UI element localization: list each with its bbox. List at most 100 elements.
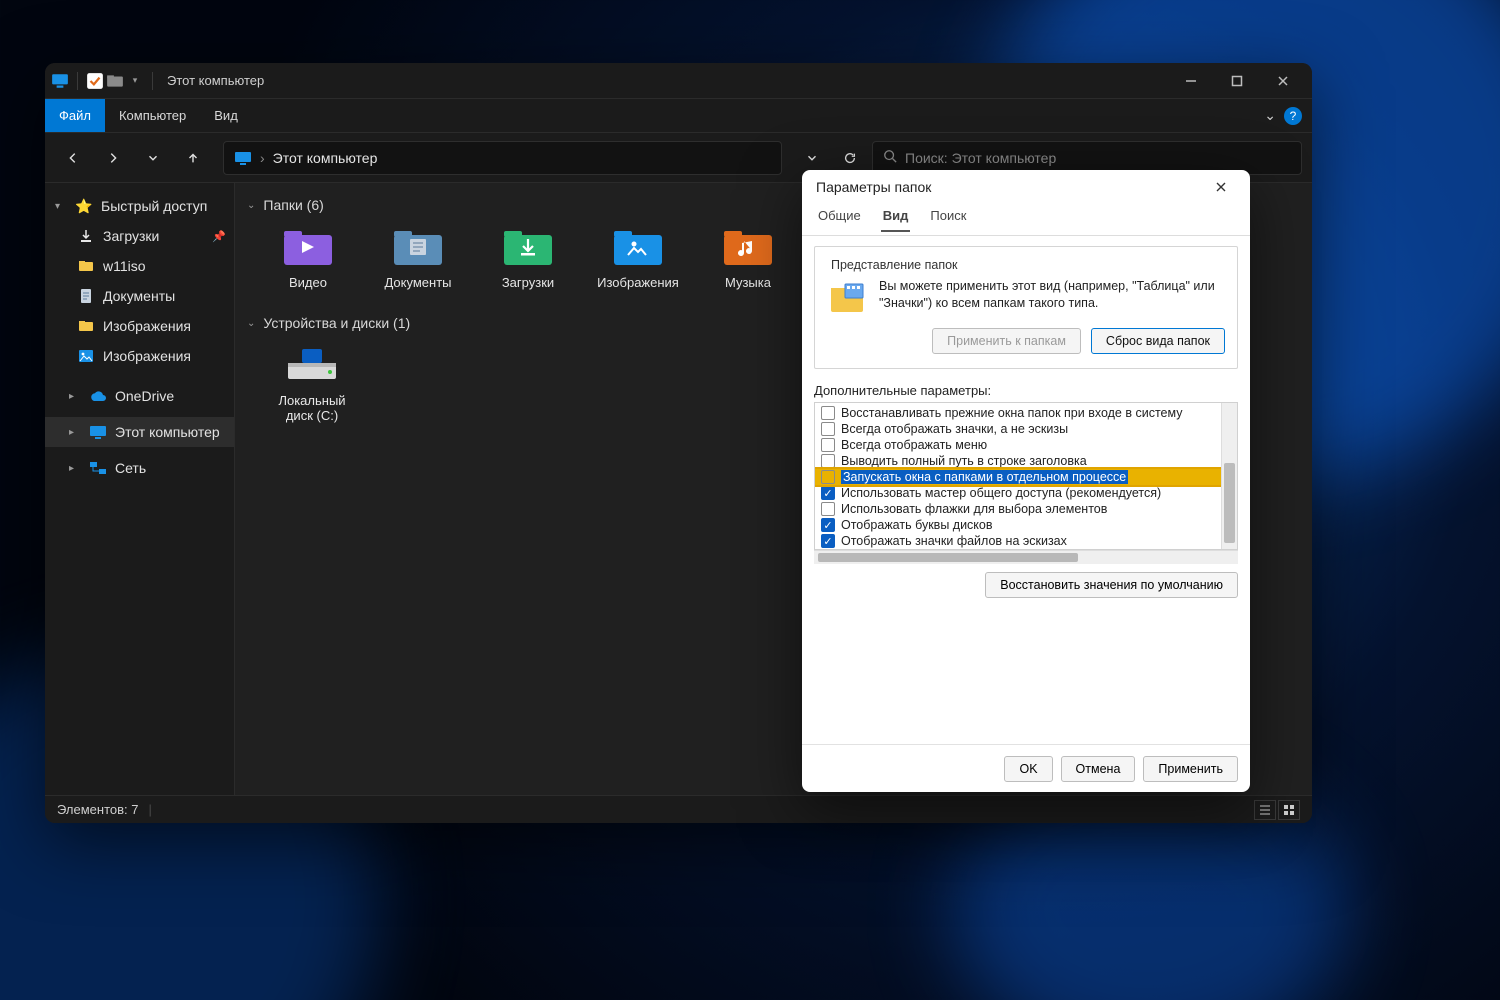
menu-file[interactable]: Файл: [45, 99, 105, 132]
close-button[interactable]: [1260, 65, 1306, 97]
pictures-folder-icon: [610, 225, 666, 269]
cloud-icon: [89, 387, 107, 405]
breadcrumb[interactable]: › Этот компьютер: [223, 141, 782, 175]
menu-view[interactable]: Вид: [200, 99, 252, 132]
sidebar-onedrive[interactable]: ▸ OneDrive: [45, 381, 234, 411]
folder-item[interactable]: Документы: [377, 225, 459, 291]
folder-view-group: Представление папок Вы можете применить …: [814, 246, 1238, 369]
checkbox-icon: [86, 72, 104, 90]
chevron-right-icon: ▸: [69, 427, 81, 438]
folder-icon: [106, 72, 124, 90]
chevron-right-icon: ▸: [69, 463, 81, 474]
titlebar: ▾ Этот компьютер: [45, 63, 1312, 99]
checkbox[interactable]: ✓: [821, 486, 835, 500]
chevron-down-icon: ⌄: [247, 318, 255, 329]
checkbox[interactable]: [821, 438, 835, 452]
view-icons-button[interactable]: [1278, 800, 1300, 820]
monitor-icon: [51, 72, 69, 90]
chevron-down-icon: ▾: [55, 201, 67, 212]
advanced-option[interactable]: ✓Отображать буквы дисков: [815, 517, 1221, 533]
sidebar-item[interactable]: Загрузки📌: [45, 221, 234, 251]
advanced-option[interactable]: ✓Использовать мастер общего доступа (рек…: [815, 485, 1221, 501]
chevron-right-icon: ▸: [69, 391, 81, 402]
checkbox[interactable]: [821, 454, 835, 468]
vertical-scrollbar[interactable]: [1221, 403, 1237, 549]
apply-to-folders-button[interactable]: Применить к папкам: [932, 328, 1081, 354]
checkbox[interactable]: [821, 406, 835, 420]
breadcrumb-location: Этот компьютер: [273, 150, 378, 166]
sidebar-item[interactable]: Изображения: [45, 341, 234, 371]
minimize-button[interactable]: [1168, 65, 1214, 97]
search-icon: [883, 149, 897, 166]
docs-folder-icon: [390, 225, 446, 269]
folder-item[interactable]: Видео: [267, 225, 349, 291]
folder-icon: [77, 257, 95, 275]
maximize-button[interactable]: [1214, 65, 1260, 97]
docs-icon: [77, 287, 95, 305]
music-folder-icon: [720, 225, 776, 269]
pictures-icon: [77, 347, 95, 365]
apply-button[interactable]: Применить: [1143, 756, 1238, 782]
advanced-option[interactable]: Выводить полный путь в строке заголовка: [815, 453, 1221, 469]
folder-options-dialog: Параметры папок Общие Вид Поиск Представ…: [802, 170, 1250, 792]
reset-folder-view-button[interactable]: Сброс вида папок: [1091, 328, 1225, 354]
checkbox[interactable]: ✓: [821, 534, 835, 548]
nav-recent-button[interactable]: [135, 140, 171, 176]
sidebar-quick-access[interactable]: ▾ ⭐ Быстрый доступ: [45, 191, 234, 221]
monitor-icon: [89, 423, 107, 441]
network-icon: [89, 459, 107, 477]
advanced-label: Дополнительные параметры:: [814, 383, 1238, 398]
nav-up-button[interactable]: [175, 140, 211, 176]
ribbon-collapse-icon[interactable]: ⌄: [1264, 107, 1276, 124]
chevron-down-icon[interactable]: ▾: [126, 72, 144, 90]
chevron-down-icon: ⌄: [247, 200, 255, 211]
folder-item[interactable]: Загрузки: [487, 225, 569, 291]
window-title: Этот компьютер: [167, 73, 264, 88]
tab-general[interactable]: Общие: [816, 204, 863, 231]
menu-computer[interactable]: Компьютер: [105, 99, 200, 132]
download-icon: [77, 227, 95, 245]
drive-item[interactable]: Локальный диск (C:): [267, 343, 357, 423]
cancel-button[interactable]: Отмена: [1061, 756, 1136, 782]
sidebar-item[interactable]: w11iso: [45, 251, 234, 281]
nav-forward-button[interactable]: [95, 140, 131, 176]
pin-icon: 📌: [212, 230, 226, 243]
this-pc-icon: [234, 151, 252, 165]
tab-search[interactable]: Поиск: [928, 204, 968, 231]
download-folder-icon: [500, 225, 556, 269]
sidebar-this-pc[interactable]: ▸ Этот компьютер: [45, 417, 234, 447]
checkbox[interactable]: [821, 422, 835, 436]
nav-back-button[interactable]: [55, 140, 91, 176]
horizontal-scrollbar[interactable]: [814, 550, 1238, 564]
video-folder-icon: [280, 225, 336, 269]
close-button[interactable]: [1206, 172, 1236, 202]
ok-button[interactable]: OK: [1004, 756, 1052, 782]
folder-view-icon: [827, 278, 867, 318]
search-placeholder: Поиск: Этот компьютер: [905, 150, 1056, 166]
advanced-option[interactable]: Использовать флажки для выбора элементов: [815, 501, 1221, 517]
folder-icon: [77, 317, 95, 335]
advanced-option[interactable]: Всегда отображать значки, а не эскизы: [815, 421, 1221, 437]
advanced-option[interactable]: ✓Отображать значки файлов на эскизах: [815, 533, 1221, 549]
statusbar: Элементов: 7 |: [45, 795, 1312, 823]
checkbox[interactable]: [821, 470, 835, 484]
chevron-right-icon: ›: [260, 150, 265, 166]
checkbox[interactable]: [821, 502, 835, 516]
tab-view[interactable]: Вид: [881, 204, 911, 231]
dialog-footer: OK Отмена Применить: [802, 744, 1250, 792]
status-item-count: Элементов: 7: [57, 802, 138, 817]
sidebar-network[interactable]: ▸ Сеть: [45, 453, 234, 483]
checkbox[interactable]: ✓: [821, 518, 835, 532]
sidebar-item[interactable]: Изображения: [45, 311, 234, 341]
folder-item[interactable]: Изображения: [597, 225, 679, 291]
advanced-option[interactable]: Всегда отображать меню: [815, 437, 1221, 453]
view-details-button[interactable]: [1254, 800, 1276, 820]
advanced-option[interactable]: Запускать окна с папками в отдельном про…: [815, 469, 1221, 485]
advanced-option[interactable]: Восстанавливать прежние окна папок при в…: [815, 405, 1221, 421]
advanced-settings-list: Восстанавливать прежние окна папок при в…: [814, 402, 1238, 550]
folder-item[interactable]: Музыка: [707, 225, 789, 291]
help-icon[interactable]: ?: [1284, 107, 1302, 125]
restore-defaults-button[interactable]: Восстановить значения по умолчанию: [985, 572, 1238, 598]
sidebar-item[interactable]: Документы: [45, 281, 234, 311]
folder-view-text: Вы можете применить этот вид (например, …: [879, 278, 1225, 312]
